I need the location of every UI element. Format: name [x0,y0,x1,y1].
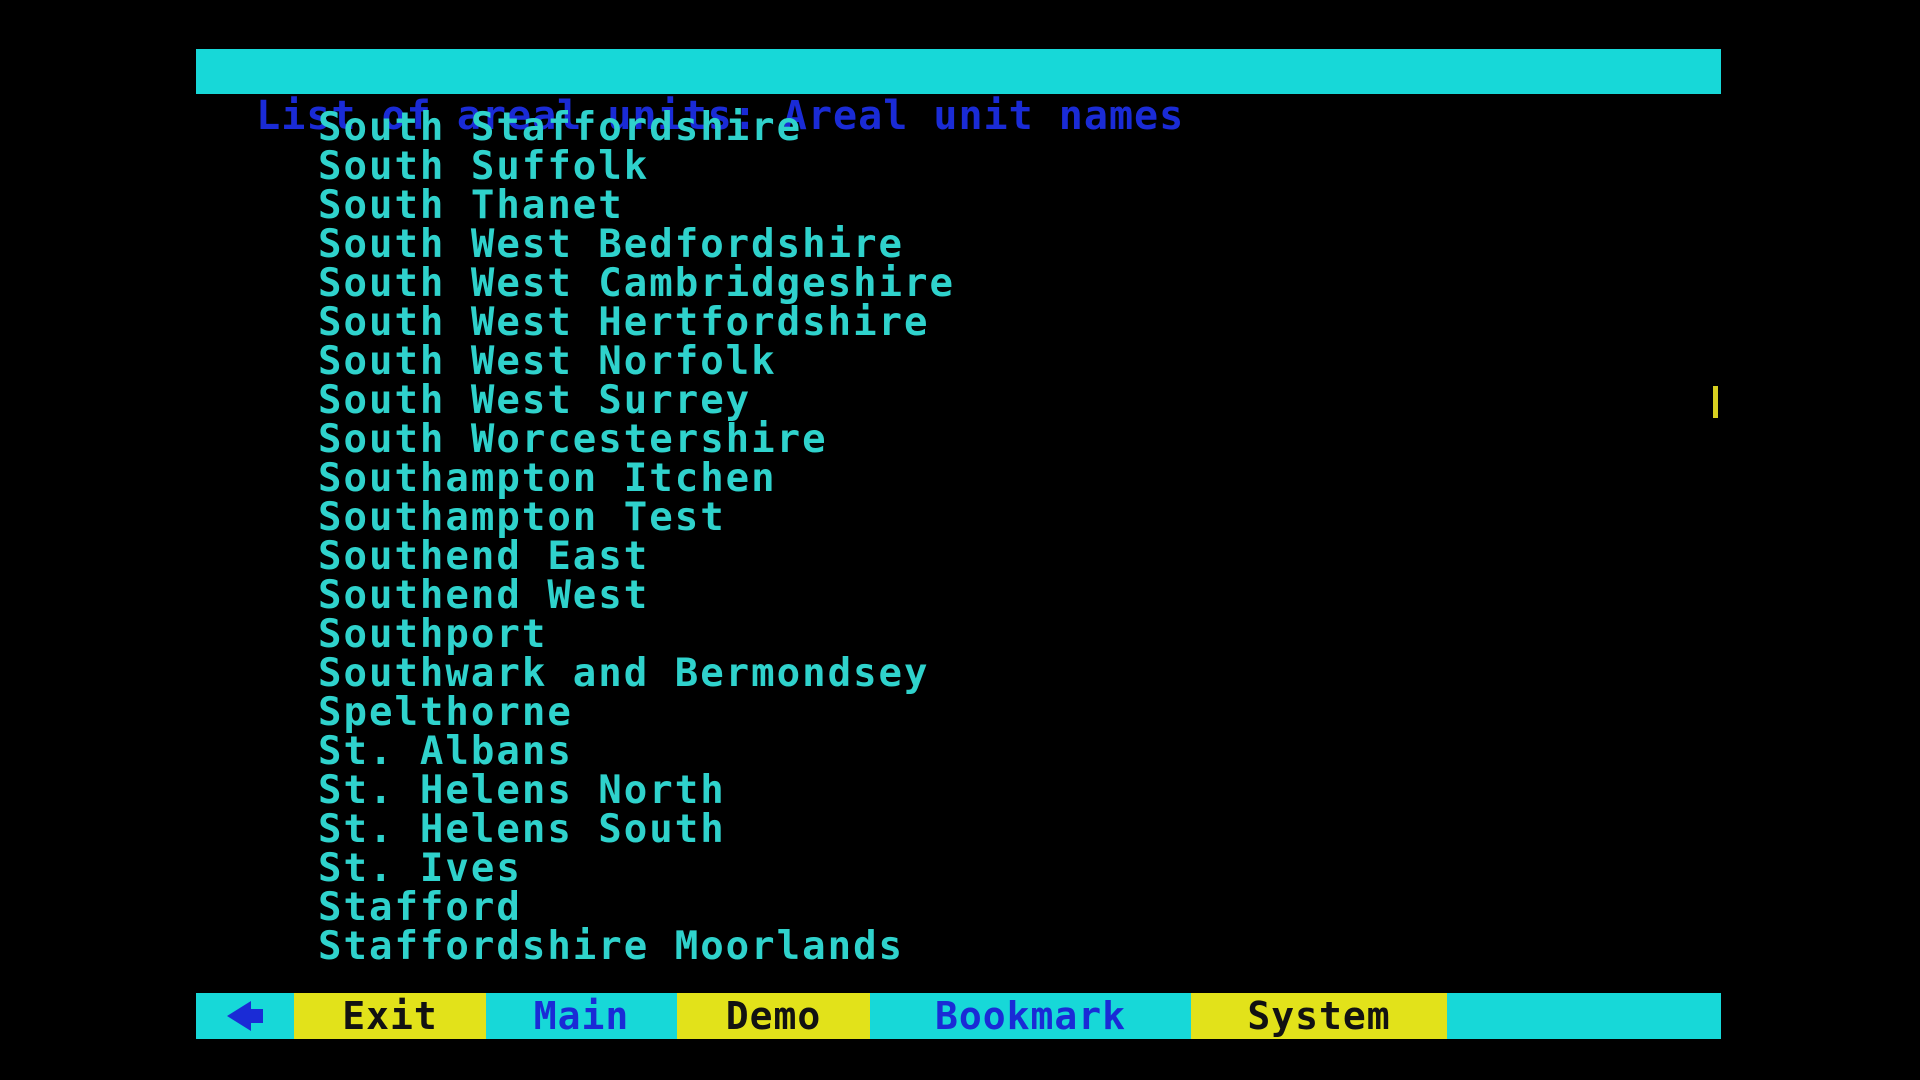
nav-bar-filler [1447,993,1721,1039]
list-item[interactable]: Southend East [318,537,955,576]
left-arrow-icon [227,1001,263,1031]
list-item[interactable]: St. Albans [318,732,955,771]
exit-button-label: Exit [342,994,438,1038]
exit-button[interactable]: Exit [294,993,486,1039]
navigation-bar: Exit Main Demo Bookmark System [196,993,1721,1039]
list-item[interactable]: Southampton Itchen [318,459,955,498]
list-item[interactable]: South Staffordshire [318,108,955,147]
list-item[interactable]: South Worcestershire [318,420,955,459]
text-cursor [1713,386,1718,418]
list-item[interactable]: South West Norfolk [318,342,955,381]
list-item[interactable]: South Thanet [318,186,955,225]
list-item[interactable]: South West Bedfordshire [318,225,955,264]
demo-button-label: Demo [725,994,822,1038]
list-item[interactable]: Stafford [318,888,955,927]
list-item[interactable]: Southwark and Bermondsey [318,654,955,693]
list-item[interactable]: Staffordshire Moorlands [318,927,955,966]
bookmark-button[interactable]: Bookmark [870,993,1191,1039]
list-item[interactable]: Spelthorne [318,693,955,732]
list-item[interactable]: St. Ives [318,849,955,888]
list-item[interactable]: South Suffolk [318,147,955,186]
system-button[interactable]: System [1191,993,1447,1039]
areal-unit-list: South Staffordshire South Suffolk South … [318,108,955,966]
list-item[interactable]: Southampton Test [318,498,955,537]
bookmark-button-label: Bookmark [934,994,1127,1038]
list-item[interactable]: St. Helens South [318,810,955,849]
page-title-bar: List of areal units: Areal unit names [196,49,1721,139]
demo-button[interactable]: Demo [677,993,870,1039]
list-item[interactable]: South West Hertfordshire [318,303,955,342]
list-item[interactable]: South West Surrey [318,381,955,420]
list-item[interactable]: St. Helens North [318,771,955,810]
main-button-label: Main [533,994,630,1038]
list-item[interactable]: Southport [318,615,955,654]
list-item[interactable]: Southend West [318,576,955,615]
system-button-label: System [1247,994,1391,1038]
list-item[interactable]: South West Cambridgeshire [318,264,955,303]
main-button[interactable]: Main [486,993,677,1039]
back-button[interactable] [196,993,294,1039]
